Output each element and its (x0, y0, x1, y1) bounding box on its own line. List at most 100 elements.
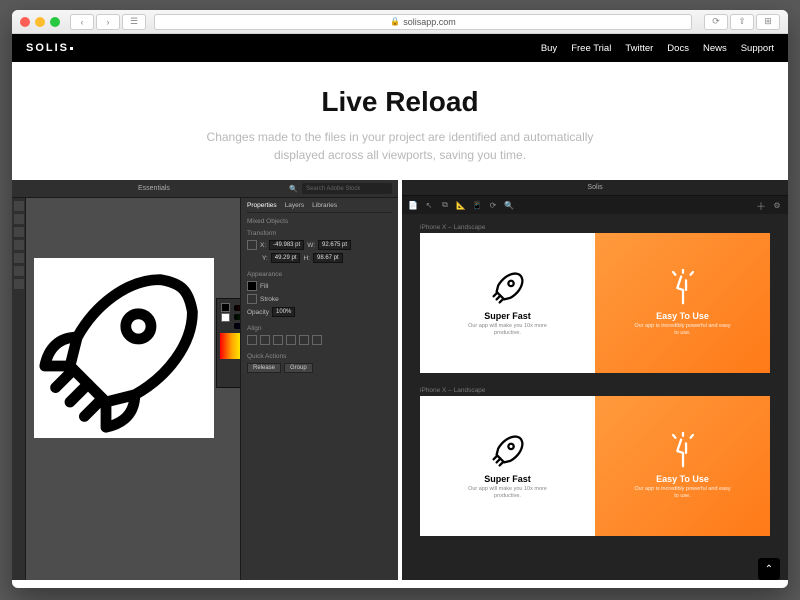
artboard[interactable] (34, 258, 214, 438)
nav-link-news[interactable]: News (703, 43, 727, 54)
viewport-1: iPhone X – Landscape Super Fast Our app … (420, 224, 770, 373)
card-left-sub: Our app will make you 10x more productiv… (458, 486, 558, 500)
align-right[interactable] (273, 335, 283, 345)
fill-color[interactable] (247, 281, 257, 291)
address-bar[interactable]: 🔒 solisapp.com (154, 14, 692, 30)
snap-icon (664, 432, 702, 470)
brand-logo[interactable]: SOLIS (26, 42, 73, 54)
nav-link-docs[interactable]: Docs (667, 43, 689, 54)
solis-toolbar: 📄 ↖ ⧉ 📐 📱 ⟳ 🔍 ＋ ⚙ (402, 196, 788, 214)
minimize-window-button[interactable] (35, 17, 45, 27)
rocket-icon (34, 258, 214, 438)
appearance-label: Appearance (247, 271, 392, 278)
viewport-label: iPhone X – Landscape (420, 224, 770, 231)
solis-app: Solis 📄 ↖ ⧉ 📐 📱 ⟳ 🔍 ＋ ⚙ iPhone X – Lands… (402, 180, 788, 580)
stroke-color[interactable] (247, 294, 257, 304)
rocket-icon (489, 432, 527, 470)
viewport-label: iPhone X – Landscape (420, 387, 770, 394)
pointer-icon[interactable]: ↖ (424, 200, 434, 210)
card-right-sub: Our app is incredibly powerful and easy … (633, 323, 733, 337)
group-button[interactable]: Group (284, 363, 313, 373)
file-icon[interactable]: 📄 (408, 200, 418, 210)
page-title: Live Reload (32, 86, 768, 118)
card-left-title: Super Fast (484, 474, 531, 484)
align-label: Align (247, 325, 392, 332)
tool-direct-select[interactable] (14, 214, 24, 224)
lock-icon: 🔒 (390, 17, 400, 26)
snap-icon (664, 269, 702, 307)
crop-icon[interactable]: ⧉ (440, 200, 450, 210)
forward-button[interactable]: › (96, 14, 120, 30)
hero-section: Live Reload Changes made to the files in… (12, 62, 788, 180)
y-field[interactable]: 49.29 pt (271, 253, 301, 263)
align-bottom[interactable] (312, 335, 322, 345)
reference-point[interactable] (247, 240, 257, 250)
viewport-2: iPhone X – Landscape Super Fast Our app … (420, 387, 770, 536)
add-viewport-button[interactable]: ＋ (756, 200, 766, 210)
window-controls (20, 17, 60, 27)
phone-icon[interactable]: 📱 (472, 200, 482, 210)
settings-icon[interactable]: ⚙ (772, 200, 782, 210)
reader-button[interactable]: ⟳ (704, 14, 728, 30)
tool-brush[interactable] (14, 266, 24, 276)
illustrator-menubar: Essentials 🔍 Search Adobe Stock (12, 180, 398, 198)
transform-label: Transform (247, 230, 392, 237)
safari-window: ‹ › ☰ 🔒 solisapp.com ⟳ ⇪ ⊞ SOLIS Buy Fre… (12, 10, 788, 588)
illustrator-canvas[interactable]: fc7040 (26, 198, 240, 580)
align-center[interactable] (260, 335, 270, 345)
maximize-window-button[interactable] (50, 17, 60, 27)
rocket-icon (489, 269, 527, 307)
search-icon: 🔍 (289, 185, 298, 193)
demo-split: Essentials 🔍 Search Adobe Stock (12, 180, 788, 580)
tool-selection[interactable] (14, 201, 24, 211)
chevron-up-icon: ⌃ (765, 564, 773, 575)
close-window-button[interactable] (20, 17, 30, 27)
viewport-frame[interactable]: Super Fast Our app will make you 10x mor… (420, 396, 770, 536)
scroll-to-top-button[interactable]: ⌃ (758, 558, 780, 580)
nav-link-support[interactable]: Support (741, 43, 774, 54)
tool-shape[interactable] (14, 253, 24, 263)
ruler-icon[interactable]: 📐 (456, 200, 466, 210)
card-right-title: Easy To Use (656, 311, 709, 321)
refresh-icon[interactable]: ⟳ (488, 200, 498, 210)
card-left-title: Super Fast (484, 311, 531, 321)
viewport-frame[interactable]: Super Fast Our app will make you 10x mor… (420, 233, 770, 373)
opacity-field[interactable]: 100% (272, 307, 295, 317)
site-nav: SOLIS Buy Free Trial Twitter Docs News S… (12, 34, 788, 62)
search-icon[interactable]: 🔍 (504, 200, 514, 210)
tab-properties[interactable]: Properties (247, 202, 277, 209)
fill-swatch[interactable] (221, 303, 230, 312)
selection-type-label: Mixed Objects (247, 218, 392, 225)
tabs-button[interactable]: ⊞ (756, 14, 780, 30)
nav-link-twitter[interactable]: Twitter (625, 43, 653, 54)
tab-layers[interactable]: Layers (285, 202, 305, 209)
tool-eraser[interactable] (14, 279, 24, 289)
back-button[interactable]: ‹ (70, 14, 94, 30)
page-subtitle: Changes made to the files in your projec… (190, 128, 610, 164)
stock-search-input[interactable]: Search Adobe Stock (302, 183, 392, 194)
illustrator-toolbar (12, 198, 26, 580)
share-button[interactable]: ⇪ (730, 14, 754, 30)
align-top[interactable] (286, 335, 296, 345)
align-middle[interactable] (299, 335, 309, 345)
sidebar-button[interactable]: ☰ (122, 14, 146, 30)
card-right-sub: Our app is incredibly powerful and easy … (633, 486, 733, 500)
browser-titlebar: ‹ › ☰ 🔒 solisapp.com ⟳ ⇪ ⊞ (12, 10, 788, 34)
solis-window-title: Solis (402, 180, 788, 196)
tab-libraries[interactable]: Libraries (312, 202, 337, 209)
nav-link-buy[interactable]: Buy (541, 43, 557, 54)
tool-type[interactable] (14, 240, 24, 250)
align-left[interactable] (247, 335, 257, 345)
h-field[interactable]: 98.67 pt (313, 253, 343, 263)
tool-pen[interactable] (14, 227, 24, 237)
properties-panel: Properties Layers Libraries Mixed Object… (240, 198, 398, 580)
card-right-title: Easy To Use (656, 474, 709, 484)
release-button[interactable]: Release (247, 363, 281, 373)
stroke-swatch[interactable] (221, 313, 230, 322)
x-field[interactable]: -49.983 pt (269, 240, 304, 250)
illustrator-app: Essentials 🔍 Search Adobe Stock (12, 180, 398, 580)
nav-link-free-trial[interactable]: Free Trial (571, 43, 611, 54)
card-left-sub: Our app will make you 10x more productiv… (458, 323, 558, 337)
workspace-dropdown[interactable]: Essentials (138, 185, 170, 192)
w-field[interactable]: 92.675 pt (318, 240, 351, 250)
